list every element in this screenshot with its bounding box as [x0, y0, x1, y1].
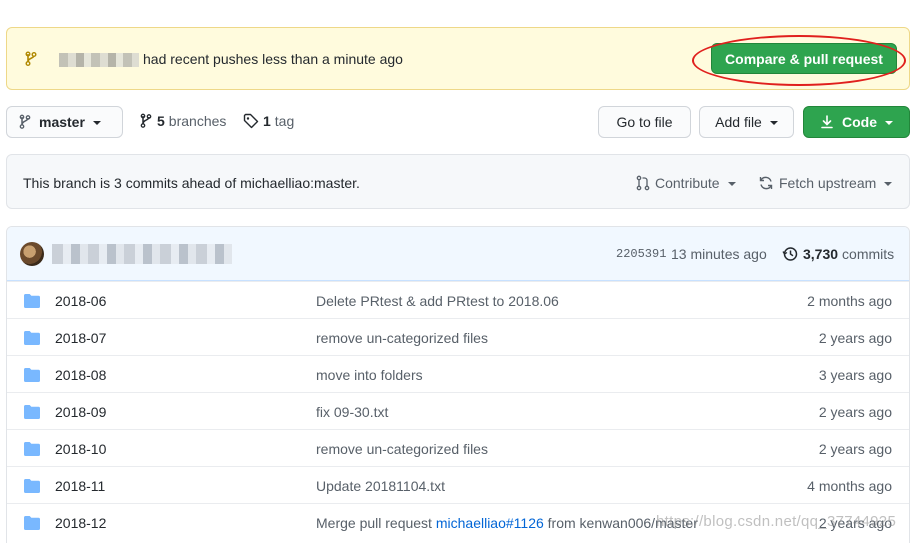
sync-icon [759, 176, 773, 190]
code-button[interactable]: Code [803, 106, 910, 138]
tags-link[interactable]: 1 tag [243, 113, 294, 129]
commits-label: commits [842, 246, 895, 262]
file-name-link[interactable]: 2018-07 [55, 330, 106, 346]
folder-icon [24, 405, 40, 419]
file-name-link[interactable]: 2018-10 [55, 441, 106, 457]
commits-count: 3,730 [803, 246, 839, 262]
tags-count: 1 [263, 113, 271, 129]
commit-age: 2 years ago [818, 330, 892, 346]
branch-status-box: This branch is 3 commits ahead of michae… [6, 154, 910, 209]
file-name-link[interactable]: 2018-09 [55, 404, 106, 420]
commit-age: 4 months ago [807, 478, 892, 494]
commit-message: Merge pull request michaelliao#1126 from… [316, 515, 698, 531]
go-to-file-button[interactable]: Go to file [598, 106, 691, 138]
compare-pull-request-button[interactable]: Compare & pull request [711, 43, 897, 74]
commit-message-link[interactable]: Update 20181104.txt [316, 478, 445, 494]
ahead-message: This branch is 3 commits ahead of michae… [23, 175, 360, 191]
chevron-down-icon [92, 121, 101, 125]
pull-request-icon [636, 175, 650, 191]
watermark: https://blog.csdn.net/qq_37744925 [656, 513, 897, 530]
folder-icon [24, 516, 40, 530]
latest-commit-bar: 2205391 13 minutes ago 3,730 commits [7, 227, 909, 281]
avatar[interactable] [20, 242, 44, 266]
commits-history-link[interactable]: 3,730 commits [782, 246, 894, 262]
table-row[interactable]: 2018-08 move into folders 3 years ago [7, 355, 909, 392]
commit-message-link[interactable]: remove un-categorized files [316, 330, 488, 346]
file-name-link[interactable]: 2018-06 [55, 293, 106, 309]
download-icon [821, 115, 833, 129]
tag-icon [243, 113, 259, 129]
commit-sha-link[interactable]: 2205391 [616, 247, 666, 261]
commit-time: 13 minutes ago [671, 246, 767, 262]
history-icon [782, 247, 798, 261]
chevron-down-icon [769, 121, 778, 125]
table-row[interactable]: 2018-09 fix 09-30.txt 2 years ago [7, 392, 909, 429]
chevron-down-icon [727, 182, 736, 186]
chevron-down-icon [884, 182, 893, 186]
file-name-link[interactable]: 2018-11 [55, 478, 105, 494]
commit-age: 2 years ago [818, 404, 892, 420]
fetch-upstream-label: Fetch upstream [779, 175, 877, 191]
commit-age: 2 years ago [818, 441, 892, 457]
fetch-upstream-button[interactable]: Fetch upstream [758, 175, 893, 191]
folder-icon [24, 442, 40, 456]
redacted-branch-name [59, 53, 139, 67]
chevron-down-icon [885, 121, 893, 125]
folder-icon [24, 331, 40, 345]
commit-message-link[interactable]: move into folders [316, 367, 423, 383]
commit-message-link[interactable]: fix 09-30.txt [316, 404, 388, 420]
git-branch-icon [19, 114, 31, 129]
commit-message-text[interactable]: Merge pull request [316, 515, 436, 531]
table-row[interactable]: 2018-07 remove un-categorized files 2 ye… [7, 318, 909, 355]
branch-select-button[interactable]: master [6, 106, 123, 138]
contribute-label: Contribute [655, 175, 720, 191]
code-label: Code [842, 114, 877, 130]
folder-icon [24, 479, 40, 493]
table-row[interactable]: 2018-11 Update 20181104.txt 4 months ago [7, 466, 909, 503]
banner-message: had recent pushes less than a minute ago [143, 51, 403, 67]
git-branch-icon [140, 113, 152, 128]
commit-age: 2 months ago [807, 293, 892, 309]
folder-icon [24, 368, 40, 382]
tags-label: tag [274, 113, 295, 129]
folder-icon [24, 294, 40, 308]
commit-message-link[interactable]: remove un-categorized files [316, 441, 488, 457]
contribute-button[interactable]: Contribute [636, 175, 736, 191]
add-file-label: Add file [715, 114, 762, 130]
git-branch-icon [25, 51, 37, 66]
file-name-link[interactable]: 2018-12 [55, 515, 106, 531]
table-row[interactable]: 2018-06 Delete PRtest & add PRtest to 20… [7, 281, 909, 318]
branches-count: 5 [157, 113, 165, 129]
commit-message-link[interactable]: Delete PRtest & add PRtest to 2018.06 [316, 293, 559, 309]
commit-age: 3 years ago [818, 367, 892, 383]
branch-name: master [39, 114, 85, 130]
branches-label: branches [168, 113, 227, 129]
branches-link[interactable]: 5 branches [139, 113, 226, 129]
file-name-link[interactable]: 2018-08 [55, 367, 106, 383]
file-list: 2205391 13 minutes ago 3,730 commits 201… [6, 226, 910, 543]
pull-request-link[interactable]: michaelliao#1126 [436, 515, 544, 531]
redacted-commit-message [52, 244, 232, 264]
add-file-button[interactable]: Add file [699, 106, 794, 138]
table-row[interactable]: 2018-10 remove un-categorized files 2 ye… [7, 429, 909, 466]
